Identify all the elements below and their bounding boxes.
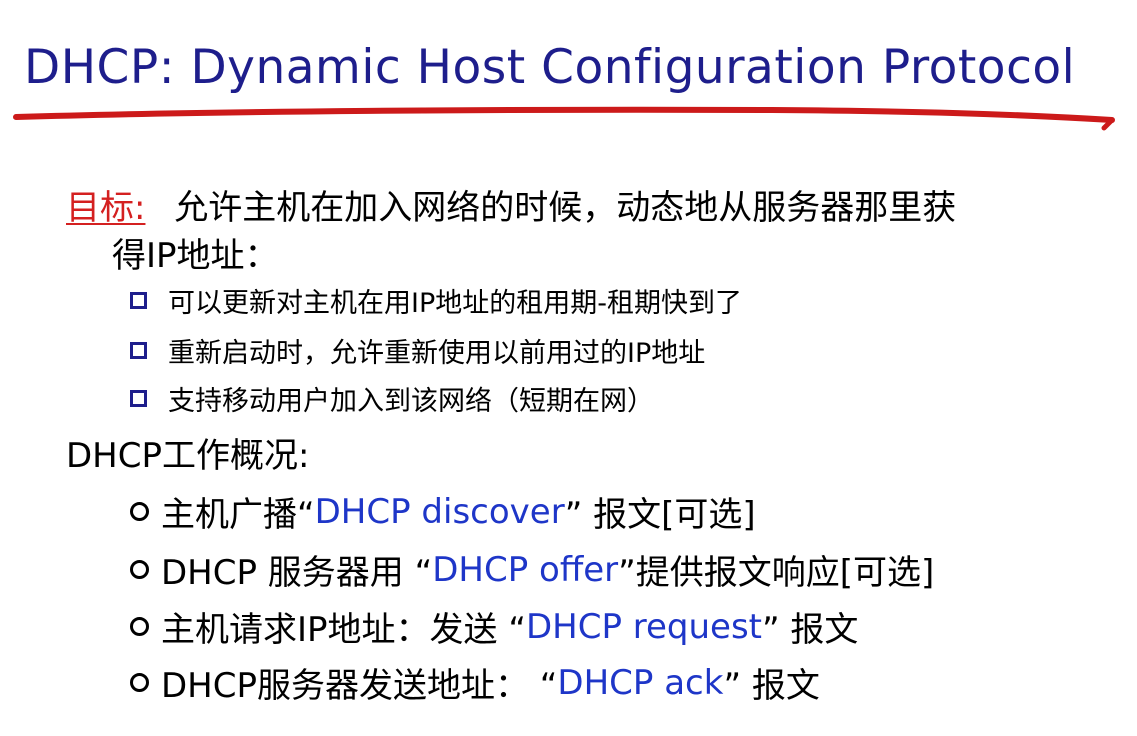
square-bullet-icon xyxy=(130,292,147,309)
goal-subitem: 重新启动时，允许重新使用以前用过的IP地址 xyxy=(130,331,705,370)
title-underline xyxy=(13,106,1115,131)
dhcp-step: DHCP服务器发送地址： “DHCP ack” 报文 xyxy=(130,658,820,707)
step-text-before: DHCP服务器发送地址： “ xyxy=(161,666,558,706)
goal-subitem-text: 可以更新对主机在用IP地址的租用期-租期快到了 xyxy=(168,288,742,319)
goal-subitem: 支持移动用户加入到该网络（短期在网） xyxy=(130,379,654,418)
goal-subitem: 可以更新对主机在用IP地址的租用期-租期快到了 xyxy=(130,281,742,320)
circle-bullet-icon xyxy=(130,673,149,692)
dhcp-message-name: DHCP discover xyxy=(314,491,565,532)
circle-bullet-icon xyxy=(130,560,149,579)
step-text-after: ” 报文[可选] xyxy=(564,495,756,535)
step-text-after: ” 报文 xyxy=(723,666,820,706)
goal-text-continuation: 得IP地址： xyxy=(112,236,279,276)
overview-heading: DHCP工作概况: xyxy=(66,436,310,476)
circle-bullet-icon xyxy=(130,617,149,636)
step-text-before: 主机广播“ xyxy=(161,495,315,535)
goal-text: 允许主机在加入网络的时候，动态地从服务器那里获 xyxy=(174,188,957,228)
step-text-after: ” 报文 xyxy=(762,610,859,650)
dhcp-message-name: DHCP request xyxy=(525,606,762,647)
title-underline-stroke xyxy=(13,106,1115,123)
circle-bullet-icon xyxy=(130,502,149,521)
slide-title: DHCP: Dynamic Host Configuration Protoco… xyxy=(24,40,1076,95)
goal-subitem-text: 支持移动用户加入到该网络（短期在网） xyxy=(168,386,654,417)
goal-subitem-text: 重新启动时，允许重新使用以前用过的IP地址 xyxy=(168,338,706,369)
goal-line: 目标: 允许主机在加入网络的时候，动态地从服务器那里获 xyxy=(66,180,956,229)
step-text-before: DHCP 服务器用 “ xyxy=(161,553,433,593)
square-bullet-icon xyxy=(130,342,147,359)
step-text-before: 主机请求IP地址：发送 “ xyxy=(161,610,526,650)
square-bullet-icon xyxy=(130,390,147,407)
dhcp-step: DHCP 服务器用 “DHCP offer ”提供报文响应[可选] xyxy=(130,545,934,594)
dhcp-message-name: DHCP ack xyxy=(557,662,724,703)
dhcp-step: 主机广播“ DHCP discover” 报文[可选] xyxy=(130,487,756,536)
step-text-after: ”提供报文响应[可选] xyxy=(618,553,935,593)
dhcp-message-name: DHCP offer xyxy=(432,549,619,590)
dhcp-step: 主机请求IP地址：发送 “DHCP request” 报文 xyxy=(130,602,858,651)
goal-label: 目标: xyxy=(66,188,146,228)
